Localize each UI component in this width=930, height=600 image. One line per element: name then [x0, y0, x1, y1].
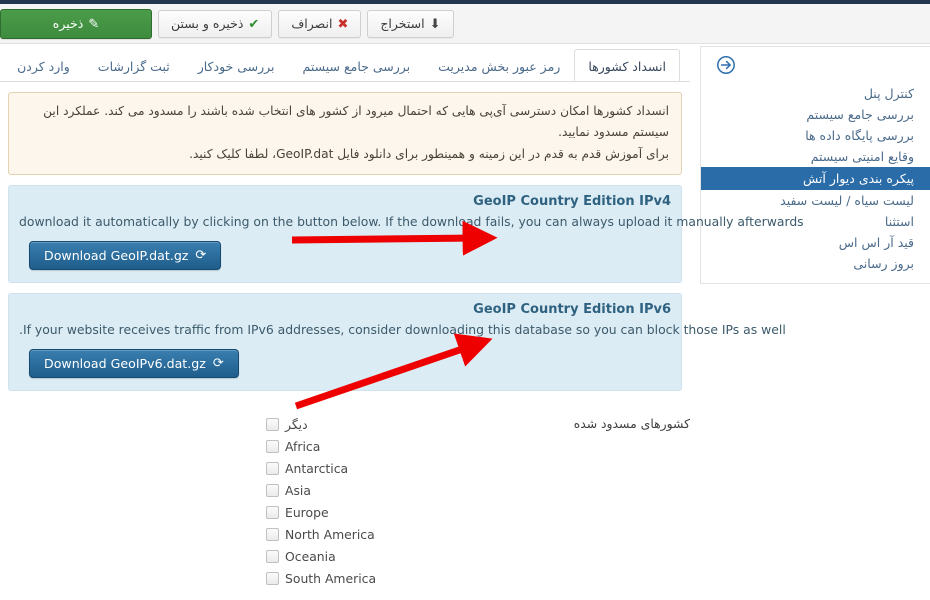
download-geoip-ipv4-button[interactable]: Download GeoIP.dat.gz ⟳ [29, 241, 222, 271]
export-button[interactable]: ⬇ استخراج [367, 10, 454, 38]
continent-label-oceania: Oceania [285, 548, 336, 564]
continent-option-europe[interactable]: Europe [266, 501, 418, 523]
tab-system-scan[interactable]: بررسی جامع سیستم [289, 49, 425, 81]
sidebar-item-blacklist-whitelist[interactable]: لیست سیاه / لیست سفید [701, 190, 930, 211]
blocked-countries-label: کشورهای مسدود شده [573, 416, 690, 432]
tab-logging[interactable]: ثبت گزارشات [84, 49, 184, 81]
geoip-ipv6-title: GeoIP Country Edition IPv6 [473, 302, 671, 318]
geoip-ipv4-actions: Download GeoIP.dat.gz ⟳ [19, 241, 671, 271]
save-icon: ✎ [88, 16, 100, 32]
continent-option-antarctica[interactable]: Antarctica [266, 457, 418, 479]
geoip-ipv4-panel: GeoIP Country Edition IPv4 download it a… [8, 185, 804, 284]
download-geoip-ipv6-label: Download GeoIPv6.dat.gz [44, 356, 206, 372]
sidebar-item-database-scan[interactable]: بررسی پایگاه داده ها [701, 125, 930, 146]
reload-icon: ⟳ [195, 248, 207, 264]
tab-country-blocking[interactable]: انسداد کشورها [574, 49, 680, 81]
geoip-ipv4-title: GeoIP Country Edition IPv4 [473, 194, 671, 210]
geoip-ipv6-panel: GeoIP Country Edition IPv6 .If your webs… [8, 293, 786, 392]
alert-line-2[interactable]: برای آموزش قدم به قدم در این زمینه و همی… [21, 144, 669, 165]
alert-line-1: انسداد کشورها امکان دسترسی آی‌پی هایی که… [43, 104, 669, 140]
tab-import[interactable]: وارد کردن [3, 49, 84, 81]
tab-updates[interactable]: بروز رسانی [0, 49, 3, 81]
checkbox-asia[interactable] [266, 483, 279, 497]
continent-label-north-america: North America [285, 526, 375, 542]
save-and-close-button[interactable]: ✔ ذخیره و بستن [158, 10, 273, 38]
geoip-ipv6-description: .If your website receives traffic from I… [19, 322, 786, 338]
app-root: ✎ ذخیره ✔ ذخیره و بستن ✖ انصراف ⬇ استخرا… [0, 0, 930, 600]
save-and-close-button-label: ذخیره و بستن [171, 15, 244, 31]
blocked-countries-row: کشورهای مسدود شده دیگر Africa Antarctica [0, 413, 690, 589]
continent-label-asia: Asia [285, 482, 311, 498]
continent-option-south-america[interactable]: South America [266, 567, 418, 589]
continent-option-oceania[interactable]: Oceania [266, 545, 418, 567]
reload-icon: ⟳ [212, 356, 224, 372]
save-button[interactable]: ✎ ذخیره [0, 9, 152, 39]
tab-bar: انسداد کشورها رمز عبور بخش مدیریت بررسی … [0, 46, 690, 82]
cancel-icon: ✖ [337, 16, 349, 32]
continent-checkbox-list: دیگر Africa Antarctica Asia Europe North… [0, 413, 418, 589]
geoip-ipv4-description: download it automatically by clicking on… [19, 214, 804, 230]
continent-option-asia[interactable]: Asia [266, 479, 418, 501]
info-alert: انسداد کشورها امکان دسترسی آی‌پی هایی که… [8, 92, 682, 176]
sidebar-item-rss-feed[interactable]: قید آر اس اس [701, 232, 930, 253]
checkbox-north-america[interactable] [266, 527, 279, 541]
toolbar: ✎ ذخیره ✔ ذخیره و بستن ✖ انصراف ⬇ استخرا… [0, 4, 930, 44]
sidebar-item-updates[interactable]: بروز رسانی [701, 253, 930, 274]
sidebar-menu: کنترل پنل بررسی جامع سیستم بررسی پایگاه … [701, 83, 930, 282]
sidebar-item-system-scan[interactable]: بررسی جامع سیستم [701, 104, 930, 125]
export-button-label: استخراج [380, 15, 425, 31]
sidebar-item-firewall-config[interactable]: پیکره بندی دیوار آتش [701, 167, 930, 190]
checkbox-africa[interactable] [266, 439, 279, 453]
save-button-label: ذخیره [52, 15, 84, 31]
cancel-button-label: انصراف [291, 15, 333, 31]
sidebar-item-control-panel[interactable]: کنترل پنل [701, 83, 930, 104]
continent-option-north-america[interactable]: North America [266, 523, 418, 545]
blocked-countries-form: کشورهای مسدود شده دیگر Africa Antarctica [0, 391, 690, 600]
continent-label-europe: Europe [285, 504, 329, 520]
check-icon: ✔ [248, 16, 260, 32]
checkbox-antarctica[interactable] [266, 461, 279, 475]
checkbox-south-america[interactable] [266, 571, 279, 585]
continent-label-south-america: South America [285, 570, 377, 586]
sidebar-header [701, 47, 930, 83]
cancel-button[interactable]: ✖ انصراف [278, 10, 362, 38]
main-content: انسداد کشورها رمز عبور بخش مدیریت بررسی … [0, 46, 804, 600]
checkbox-oceania[interactable] [266, 549, 279, 563]
geoip-ipv6-actions: Download GeoIPv6.dat.gz ⟳ [19, 349, 671, 379]
tab-admin-password[interactable]: رمز عبور بخش مدیریت [424, 49, 574, 81]
toolbar-button-group: ✎ ذخیره ✔ ذخیره و بستن ✖ انصراف ⬇ استخرا… [0, 9, 922, 39]
sidebar-item-security-events[interactable]: وقایع امنیتی سیستم [701, 146, 930, 167]
continent-option-africa[interactable]: Africa [266, 435, 418, 457]
continent-label-antarctica: Antarctica [285, 460, 349, 476]
circle-arrow-right-icon[interactable] [716, 55, 736, 75]
tab-auto-scan[interactable]: بررسی خودکار [184, 49, 289, 81]
continent-option-other[interactable]: دیگر [266, 413, 418, 435]
download-geoip-ipv6-button[interactable]: Download GeoIPv6.dat.gz ⟳ [29, 349, 239, 379]
export-icon: ⬇ [429, 16, 441, 32]
sidebar: کنترل پنل بررسی جامع سیستم بررسی پایگاه … [700, 46, 930, 284]
download-geoip-ipv4-label: Download GeoIP.dat.gz [44, 248, 189, 264]
checkbox-europe[interactable] [266, 505, 279, 519]
continent-label-africa: Africa [285, 438, 321, 454]
checkbox-other[interactable] [266, 417, 279, 431]
continent-label-other: دیگر [285, 416, 308, 432]
